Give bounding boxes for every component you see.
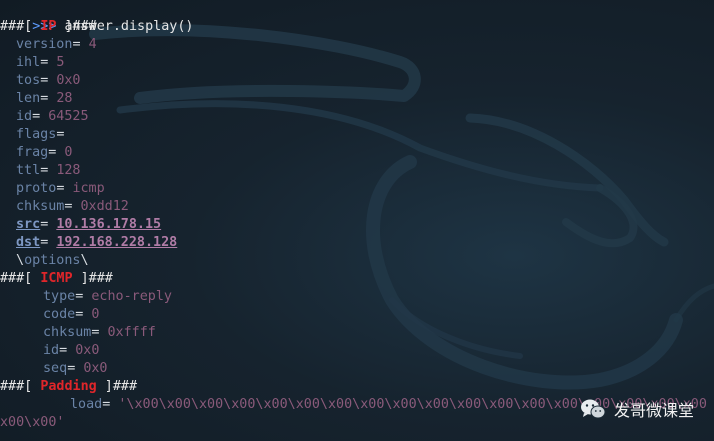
- field-name: type: [43, 289, 76, 304]
- field-name: len: [16, 91, 41, 106]
- field-line-id: id= 64525: [16, 109, 89, 124]
- field-line-version: version= 4: [16, 37, 97, 52]
- field-line-len: len= 28: [16, 91, 73, 106]
- field-line-chksum: chksum= 0xdd12: [16, 199, 129, 214]
- layer-header-close: ]###: [96, 379, 138, 394]
- field-name: ttl: [16, 163, 41, 178]
- field-value: 5: [56, 55, 65, 70]
- field-name: id: [43, 343, 60, 358]
- field-line-ihl: ihl= 5: [16, 55, 65, 70]
- field-name: proto: [16, 181, 57, 196]
- field-name: id: [16, 109, 33, 124]
- layer-name-padding: Padding: [40, 379, 97, 394]
- field-name: chksum: [43, 325, 92, 340]
- field-line-frag: frag= 0: [16, 145, 73, 160]
- field-value: 0: [91, 307, 100, 322]
- field-line-src: src= 10.136.178.15: [16, 217, 162, 232]
- field-name: chksum: [16, 199, 65, 214]
- field-name: seq: [43, 361, 68, 376]
- padding-layer-header: ###[ Padding ]###: [0, 378, 137, 396]
- field-value-load-cont: x00\x00': [0, 415, 65, 430]
- field-value: icmp: [72, 181, 105, 196]
- field-value: 4: [88, 37, 97, 52]
- layer-header-open: ###[: [0, 379, 41, 394]
- icmp-field-type: type= echo-reply: [43, 289, 172, 304]
- options-suffix: \: [80, 253, 89, 268]
- icmp-layer-header: ###[ ICMP ]###: [0, 270, 113, 288]
- watermark-badge: 发哥微课堂: [580, 396, 694, 422]
- options-prefix: \: [16, 253, 25, 268]
- wechat-icon: [580, 399, 606, 419]
- field-line-dst: dst= 192.168.228.128: [16, 235, 178, 250]
- field-value-src: 10.136.178.15: [56, 217, 162, 232]
- layer-header-open: ###[: [0, 19, 41, 34]
- field-name: code: [43, 307, 76, 322]
- layer-name-ip: IP: [40, 19, 57, 34]
- icmp-field-chksum: chksum= 0xffff: [43, 325, 156, 340]
- field-line-options: \options\: [16, 252, 89, 270]
- field-name-options: options: [24, 253, 81, 268]
- field-line-tos: tos= 0x0: [16, 73, 81, 88]
- field-value: 64525: [48, 109, 89, 124]
- layer-header-open: ###[: [0, 271, 41, 286]
- field-value: 0xffff: [107, 325, 156, 340]
- padding-load-continuation: x00\x00': [0, 414, 65, 432]
- field-name: version: [16, 37, 73, 52]
- field-value: 0x0: [56, 73, 81, 88]
- field-value: 0: [64, 145, 73, 160]
- icmp-field-code: code= 0: [43, 307, 100, 322]
- field-value: echo-reply: [91, 289, 172, 304]
- icmp-field-id: id= 0x0: [43, 343, 100, 358]
- field-name: flags: [16, 127, 57, 142]
- field-line-ttl: ttl= 128: [16, 163, 81, 178]
- ip-layer-header: ###[ IP ]###: [0, 18, 97, 36]
- field-line-proto: proto= icmp: [16, 181, 105, 196]
- icmp-field-seq: seq= 0x0: [43, 361, 108, 376]
- field-name-dst: dst: [16, 235, 41, 250]
- field-value-dst: 192.168.228.128: [56, 235, 178, 250]
- field-value: 0xdd12: [80, 199, 129, 214]
- terminal-window[interactable]: >>> answer.display() ###[ IP ]### versio…: [0, 0, 714, 441]
- field-value: 0x0: [75, 343, 100, 358]
- layer-header-close: ]###: [56, 19, 97, 34]
- field-name: tos: [16, 73, 41, 88]
- field-value: 28: [56, 91, 73, 106]
- layer-name-icmp: ICMP: [40, 271, 73, 286]
- watermark-text: 发哥微课堂: [613, 401, 694, 420]
- field-line-flags: flags=: [16, 127, 65, 142]
- field-name: frag: [16, 145, 49, 160]
- field-value: 128: [56, 163, 81, 178]
- field-value: 0x0: [83, 361, 108, 376]
- field-name-load: load: [70, 397, 103, 412]
- layer-header-close: ]###: [72, 271, 113, 286]
- field-name: ihl: [16, 55, 41, 70]
- field-name-src: src: [16, 217, 41, 232]
- command-line: >>> answer.display(): [0, 0, 193, 34]
